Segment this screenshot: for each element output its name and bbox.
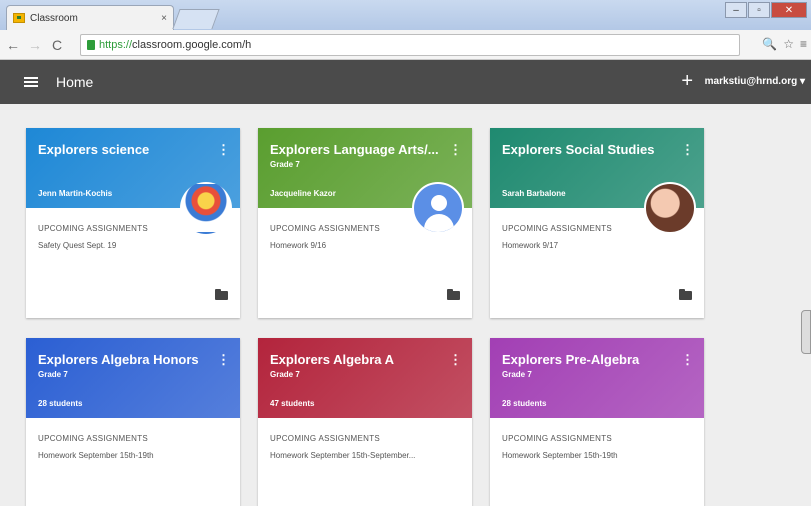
class-teacher-or-count[interactable]: Jenn Martin-Kochis	[38, 189, 112, 198]
more-options-icon[interactable]: ⋮	[449, 352, 462, 368]
teacher-avatar	[180, 182, 232, 234]
upcoming-assignments-label: UPCOMING ASSIGNMENTS	[502, 434, 613, 443]
class-card[interactable]: Explorers Language Arts/... Grade 7 Jacq…	[258, 128, 472, 318]
account-menu[interactable]: markstiu@hrnd.org ▾	[705, 76, 805, 87]
more-options-icon[interactable]: ⋮	[217, 142, 230, 158]
browser-toolbar: ← → C https:// classroom.google.com/h 🔍 …	[0, 30, 811, 60]
star-icon[interactable]: ☆	[783, 37, 794, 51]
more-options-icon[interactable]: ⋮	[449, 142, 462, 158]
class-title[interactable]: Explorers Algebra Honors	[38, 352, 218, 367]
upcoming-assignments-label: UPCOMING ASSIGNMENTS	[270, 434, 381, 443]
window-close-icon[interactable]: ✕	[771, 2, 807, 18]
folder-icon[interactable]	[679, 289, 692, 300]
more-options-icon[interactable]: ⋮	[681, 142, 694, 158]
url-text: classroom.google.com/h	[132, 39, 252, 51]
add-class-icon[interactable]: +	[681, 70, 693, 93]
zoom-icon[interactable]: 🔍	[762, 37, 777, 51]
class-section: Grade 7	[38, 370, 68, 379]
back-icon[interactable]: ←	[4, 37, 22, 53]
class-card-header[interactable]: Explorers Algebra A Grade 7 47 students …	[258, 338, 472, 418]
minimize-icon[interactable]: –	[725, 2, 747, 18]
page-title: Home	[56, 74, 94, 90]
address-bar[interactable]: https:// classroom.google.com/h	[80, 34, 740, 56]
assignment-link[interactable]: Safety Quest Sept. 19	[38, 241, 228, 250]
class-teacher-or-count[interactable]: Jacqueline Kazor	[270, 189, 336, 198]
url-scheme: https://	[99, 39, 133, 51]
browser-tab[interactable]: Classroom ×	[6, 5, 174, 30]
assignment-link[interactable]: Homework September 15th-19th	[502, 451, 692, 460]
assignment-link[interactable]: Homework 9/17	[502, 241, 692, 250]
teacher-avatar	[412, 182, 464, 234]
class-grid: Explorers science Jenn Martin-Kochis ⋮ U…	[0, 104, 811, 506]
more-options-icon[interactable]: ⋮	[681, 352, 694, 368]
hamburger-menu-icon[interactable]	[24, 77, 38, 87]
class-teacher-or-count[interactable]: 28 students	[38, 399, 82, 408]
class-teacher-or-count[interactable]: 47 students	[270, 399, 314, 408]
classroom-favicon-icon	[13, 13, 25, 23]
assignment-link[interactable]: Homework 9/16	[270, 241, 460, 250]
chrome-menu-icon[interactable]: ≡	[800, 37, 807, 51]
upcoming-assignments-label: UPCOMING ASSIGNMENTS	[38, 434, 149, 443]
class-card[interactable]: Explorers science Jenn Martin-Kochis ⋮ U…	[26, 128, 240, 318]
class-card-header[interactable]: Explorers Algebra Honors Grade 7 28 stud…	[26, 338, 240, 418]
teacher-avatar	[644, 182, 696, 234]
assignment-link[interactable]: Homework September 15th-19th	[38, 451, 228, 460]
browser-tab-strip: Classroom × – ▫ ✕	[0, 0, 811, 30]
window-controls: – ▫ ✕	[725, 2, 807, 18]
maximize-icon[interactable]: ▫	[748, 2, 770, 18]
folder-icon[interactable]	[447, 289, 460, 300]
app-bar: Home + markstiu@hrnd.org ▾	[0, 60, 811, 104]
class-card[interactable]: Explorers Algebra A Grade 7 47 students …	[258, 338, 472, 506]
class-card[interactable]: Explorers Social Studies Sarah Barbalone…	[490, 128, 704, 318]
class-section: Grade 7	[270, 160, 300, 169]
folder-icon[interactable]	[215, 289, 228, 300]
tab-close-icon[interactable]: ×	[161, 13, 167, 24]
class-card-header[interactable]: Explorers Pre-Algebra Grade 7 28 student…	[490, 338, 704, 418]
class-card[interactable]: Explorers Algebra Honors Grade 7 28 stud…	[26, 338, 240, 506]
class-section: Grade 7	[270, 370, 300, 379]
lock-icon	[87, 40, 95, 50]
class-card-body: UPCOMING ASSIGNMENTS Homework September …	[26, 418, 240, 460]
class-section: Grade 7	[502, 370, 532, 379]
class-title[interactable]: Explorers Algebra A	[270, 352, 450, 367]
reload-icon[interactable]: C	[48, 37, 66, 53]
forward-icon[interactable]: →	[26, 37, 44, 53]
class-card-body: UPCOMING ASSIGNMENTS Homework September …	[258, 418, 472, 460]
side-panel-handle[interactable]	[801, 310, 811, 354]
class-title[interactable]: Explorers Language Arts/...	[270, 142, 450, 157]
more-options-icon[interactable]: ⋮	[217, 352, 230, 368]
assignment-link[interactable]: Homework September 15th-September...	[270, 451, 460, 460]
tab-title: Classroom	[30, 12, 78, 24]
class-title[interactable]: Explorers Social Studies	[502, 142, 682, 157]
class-title[interactable]: Explorers Pre-Algebra	[502, 352, 682, 367]
class-title[interactable]: Explorers science	[38, 142, 218, 157]
class-card-body: UPCOMING ASSIGNMENTS Homework September …	[490, 418, 704, 460]
class-teacher-or-count[interactable]: 28 students	[502, 399, 546, 408]
class-teacher-or-count[interactable]: Sarah Barbalone	[502, 189, 566, 198]
new-tab-button[interactable]	[172, 9, 220, 29]
class-card[interactable]: Explorers Pre-Algebra Grade 7 28 student…	[490, 338, 704, 506]
